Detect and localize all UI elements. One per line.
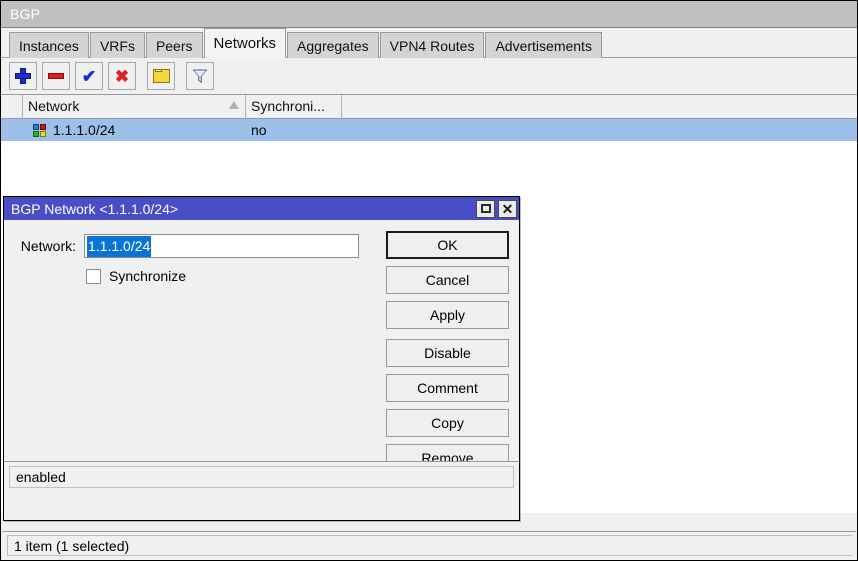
plus-icon bbox=[15, 68, 31, 84]
table-row[interactable]: 1.1.1.0/24 no bbox=[1, 119, 857, 141]
dialog-button-column: OKCancelApplyDisableCommentCopyRemove bbox=[386, 231, 509, 479]
row-cell-filler bbox=[342, 119, 857, 141]
dialog-status-text: enabled bbox=[9, 466, 514, 488]
column-header-network-label: Network bbox=[28, 98, 79, 114]
dialog-status-bar: enabled bbox=[4, 461, 519, 491]
cancel-button[interactable]: Cancel bbox=[386, 266, 509, 294]
tab-networks[interactable]: Networks bbox=[204, 28, 287, 58]
row-gutter bbox=[1, 119, 23, 141]
dialog-title: BGP Network <1.1.1.0/24> bbox=[11, 201, 473, 217]
main-status-bar: 1 item (1 selected) bbox=[2, 531, 856, 559]
ok-button[interactable]: OK bbox=[386, 231, 509, 259]
folder-icon bbox=[153, 69, 170, 83]
network-field-label: Network: bbox=[4, 238, 76, 254]
column-header-filler bbox=[342, 95, 857, 118]
tab-vrfs[interactable]: VRFs bbox=[90, 32, 145, 58]
column-header-network[interactable]: Network bbox=[23, 95, 246, 118]
window-title: BGP bbox=[1, 6, 40, 22]
comment-button[interactable]: Comment bbox=[386, 374, 509, 402]
column-header-synchronize-label: Synchroni... bbox=[251, 98, 325, 114]
enable-button[interactable]: ✔ bbox=[75, 62, 103, 90]
row-cell-synchronize: no bbox=[246, 119, 342, 141]
minus-icon bbox=[48, 73, 64, 79]
disable-button[interactable]: Disable bbox=[386, 339, 509, 367]
sort-ascending-icon bbox=[229, 101, 239, 109]
network-input-value: 1.1.1.0/24 bbox=[87, 236, 151, 257]
filter-button[interactable] bbox=[186, 62, 214, 90]
toolbar: ✔ ✖ bbox=[1, 58, 857, 94]
table-header-gutter bbox=[1, 95, 23, 118]
maximize-button[interactable] bbox=[476, 200, 495, 218]
network-squares-icon bbox=[33, 124, 46, 137]
copy-button[interactable]: Copy bbox=[386, 409, 509, 437]
main-status-text: 1 item (1 selected) bbox=[7, 535, 852, 556]
synchronize-label: Synchronize bbox=[109, 268, 186, 284]
synchronize-checkbox[interactable] bbox=[86, 269, 101, 284]
window-titlebar: BGP bbox=[1, 1, 857, 28]
network-input[interactable]: 1.1.1.0/24 bbox=[84, 234, 359, 258]
synchronize-row[interactable]: Synchronize bbox=[86, 268, 186, 284]
add-button[interactable] bbox=[9, 62, 37, 90]
dialog-body: Network: 1.1.1.0/24 Synchronize OK Cancel… bbox=[4, 220, 519, 491]
tab-peers[interactable]: Peers bbox=[146, 32, 203, 58]
bgp-network-dialog: BGP Network <1.1.1.0/24> ✕ Network: 1.1.… bbox=[3, 196, 520, 521]
tab-aggregates[interactable]: Aggregates bbox=[287, 32, 379, 58]
dialog-titlebar[interactable]: BGP Network <1.1.1.0/24> ✕ bbox=[4, 197, 519, 220]
table-header-row: Network Synchroni... bbox=[1, 95, 857, 119]
apply-button[interactable]: Apply bbox=[386, 301, 509, 329]
row-network-value: 1.1.1.0/24 bbox=[53, 119, 115, 141]
tab-strip: InstancesVRFsPeersNetworksAggregatesVPN4… bbox=[1, 28, 857, 58]
row-cell-network: 1.1.1.0/24 bbox=[23, 119, 246, 141]
tab-instances[interactable]: Instances bbox=[9, 32, 89, 58]
remove-button[interactable] bbox=[42, 62, 70, 90]
funnel-icon bbox=[192, 68, 208, 84]
maximize-icon bbox=[481, 204, 491, 213]
tab-vpn4-routes[interactable]: VPN4 Routes bbox=[380, 32, 485, 58]
check-icon: ✔ bbox=[82, 68, 96, 85]
close-button[interactable]: ✕ bbox=[498, 200, 517, 218]
disable-button[interactable]: ✖ bbox=[108, 62, 136, 90]
column-header-synchronize[interactable]: Synchroni... bbox=[246, 95, 342, 118]
cross-icon: ✖ bbox=[115, 68, 129, 85]
comment-button[interactable] bbox=[147, 62, 175, 90]
close-icon: ✕ bbox=[502, 202, 514, 216]
tab-advertisements[interactable]: Advertisements bbox=[485, 32, 601, 58]
